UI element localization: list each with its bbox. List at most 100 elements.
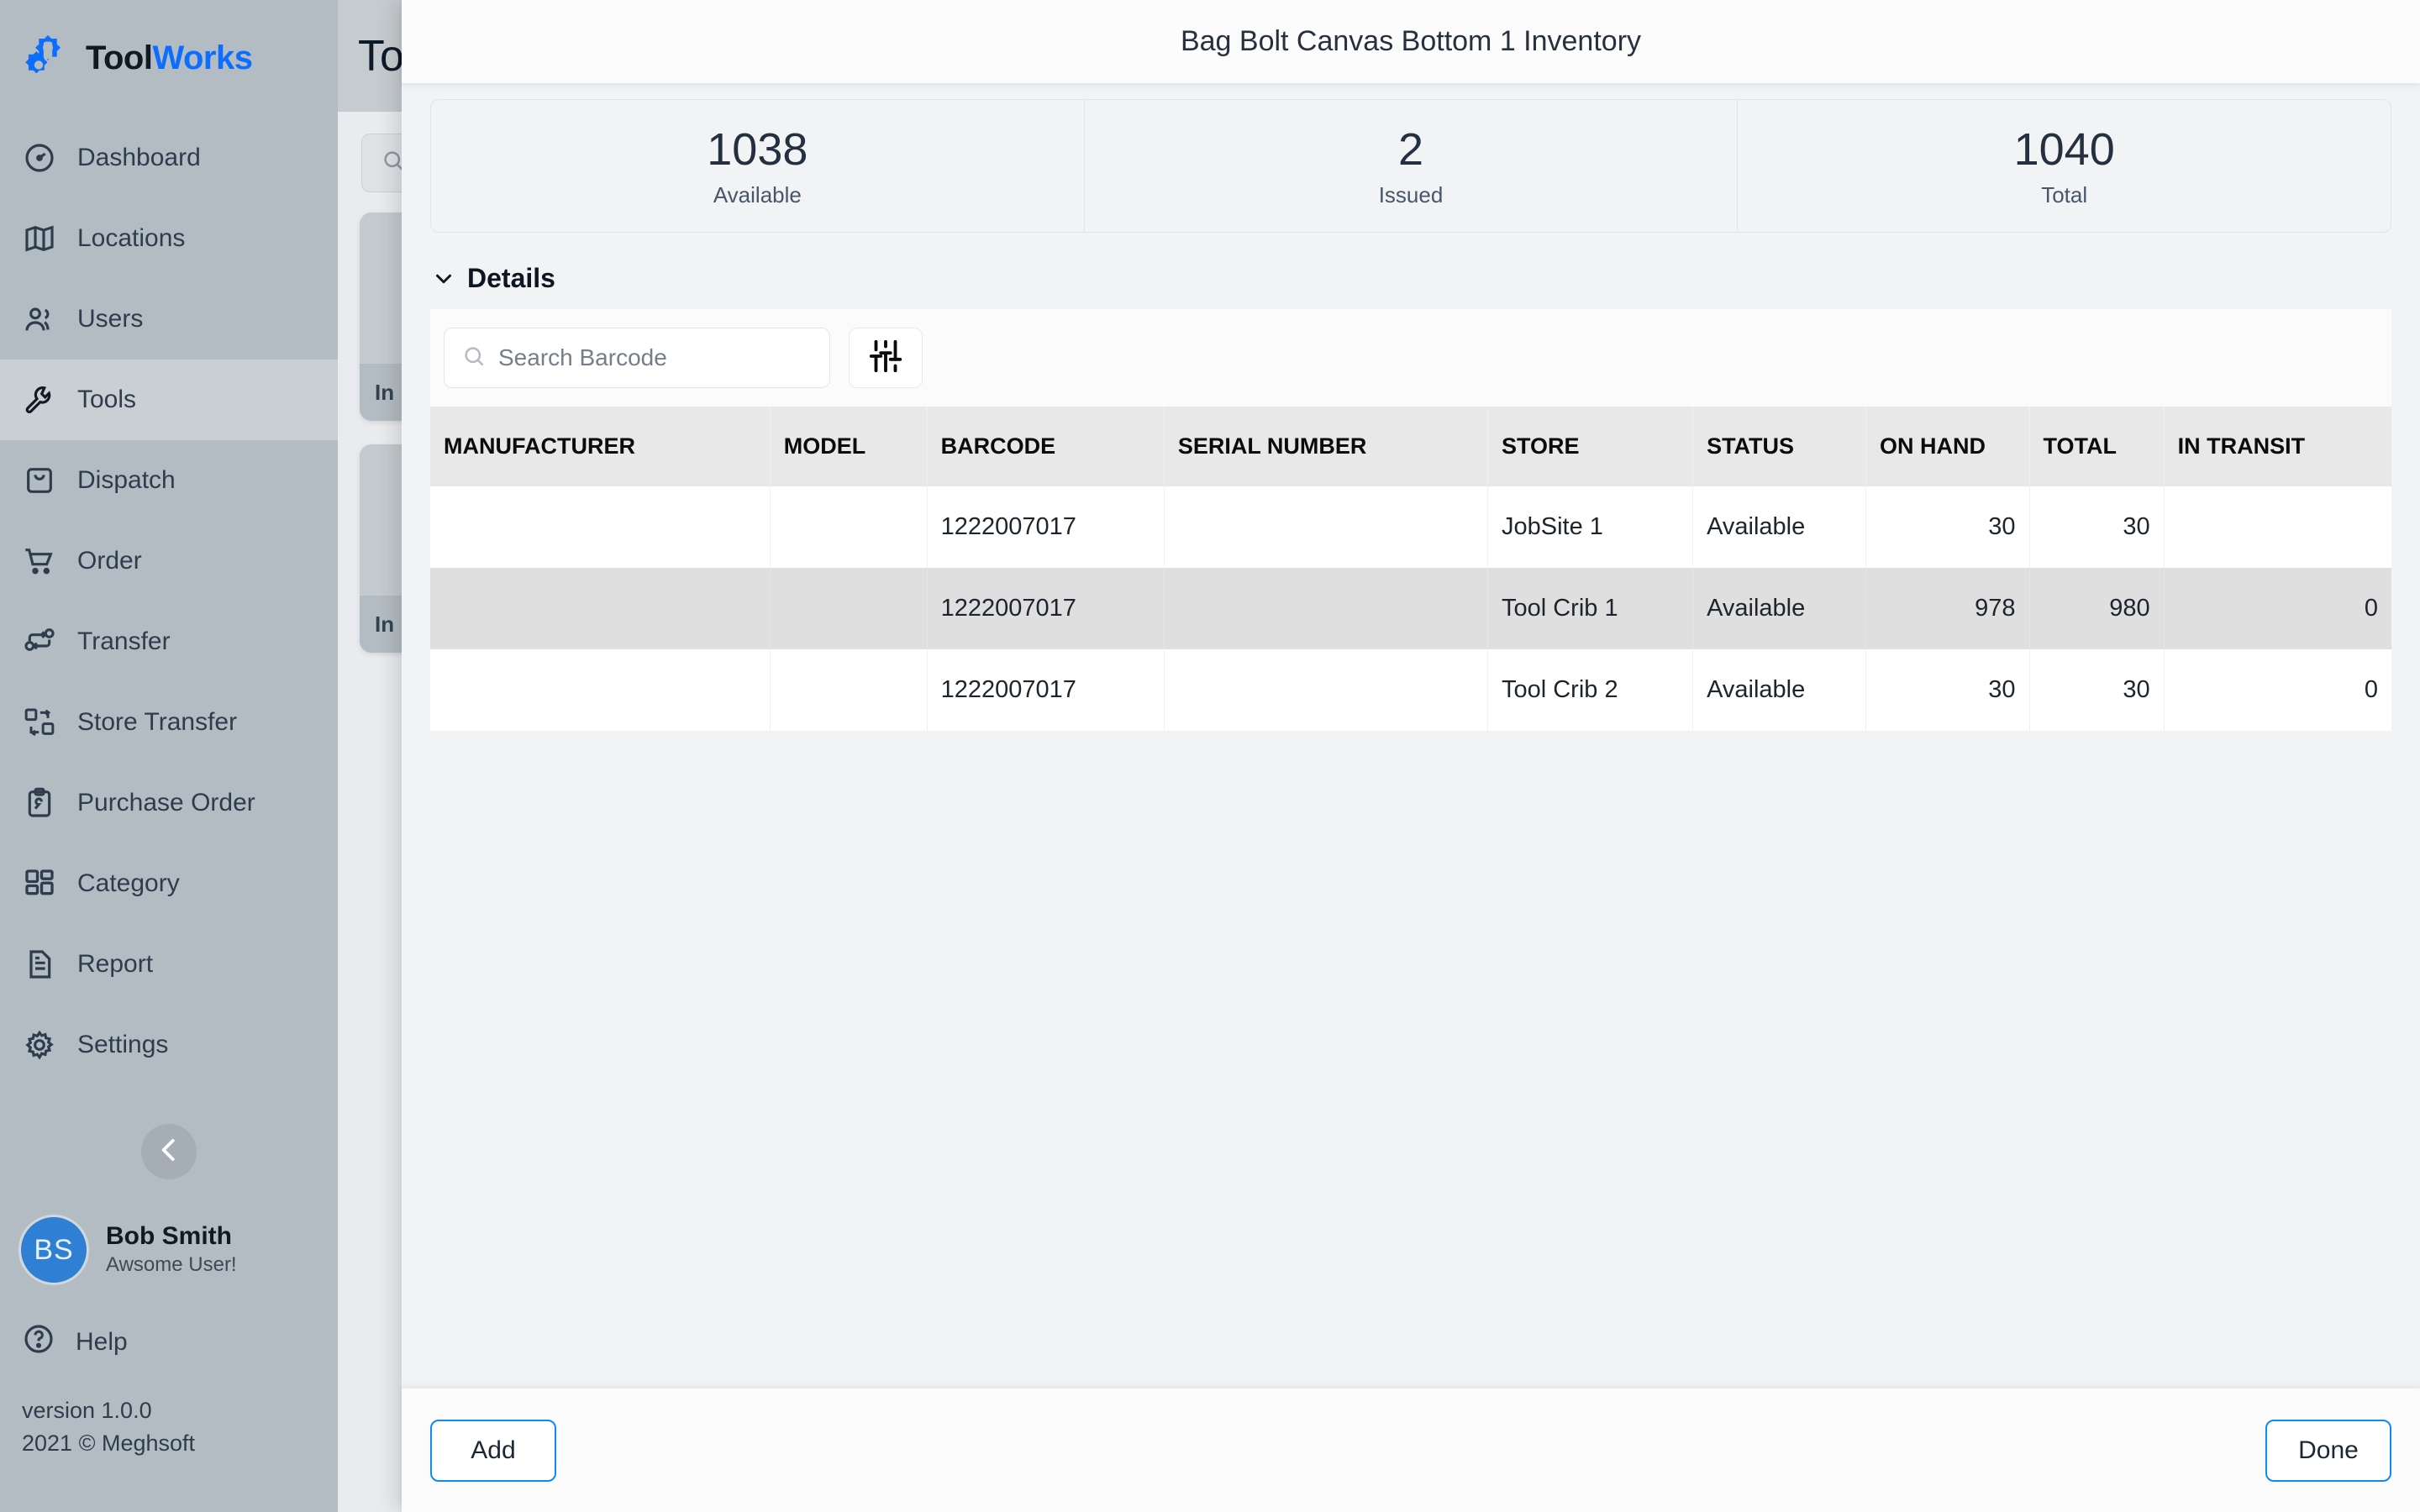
search-input[interactable] bbox=[498, 344, 784, 371]
sidebar-item-help[interactable]: Help bbox=[0, 1285, 338, 1362]
table-cell-serial_number bbox=[1164, 649, 1487, 731]
table-header-barcode[interactable]: BARCODE bbox=[927, 407, 1164, 486]
sidebar-item-transfer[interactable]: Transfer bbox=[0, 601, 338, 682]
table-cell-store: Tool Crib 1 bbox=[1487, 568, 1692, 649]
avatar: BS bbox=[18, 1215, 89, 1285]
sidebar-item-locations[interactable]: Locations bbox=[0, 198, 338, 279]
table-cell-on_hand: 30 bbox=[1866, 486, 2030, 568]
sidebar-nav: Dashboard Locations Users Tools Dispatch bbox=[0, 118, 338, 1085]
done-button[interactable]: Done bbox=[2265, 1420, 2391, 1482]
document-icon bbox=[22, 947, 57, 982]
modal-footer: Add Done bbox=[402, 1388, 2420, 1512]
stat-value: 2 bbox=[1085, 123, 1738, 176]
bag-icon bbox=[22, 463, 57, 498]
table-row[interactable]: 1222007017Tool Crib 2Available30300 bbox=[430, 649, 2391, 731]
brand-text-first: Tool bbox=[86, 39, 152, 76]
sidebar-collapse-button[interactable] bbox=[141, 1124, 197, 1179]
table-header-model[interactable]: MODEL bbox=[770, 407, 927, 486]
user-profile[interactable]: BS Bob Smith Awsome User! bbox=[0, 1179, 338, 1285]
sidebar-item-category[interactable]: Category bbox=[0, 843, 338, 924]
sidebar-item-tools[interactable]: Tools bbox=[0, 360, 338, 440]
gear-icon bbox=[22, 1027, 57, 1063]
table-row[interactable]: 1222007017Tool Crib 1Available9789800 bbox=[430, 568, 2391, 649]
sidebar-item-dispatch[interactable]: Dispatch bbox=[0, 440, 338, 521]
table-cell-on_hand: 30 bbox=[1866, 649, 2030, 731]
table-cell-barcode: 1222007017 bbox=[927, 568, 1164, 649]
inventory-modal: Bag Bolt Canvas Bottom 1 Inventory 1038 … bbox=[402, 0, 2420, 1512]
sidebar-item-label: Report bbox=[77, 950, 153, 979]
table-cell-serial_number bbox=[1164, 486, 1487, 568]
sidebar-item-label: Tools bbox=[77, 386, 136, 414]
table-row[interactable]: 1222007017JobSite 1Available3030 bbox=[430, 486, 2391, 568]
add-button[interactable]: Add bbox=[430, 1420, 556, 1482]
stat-label: Issued bbox=[1085, 182, 1738, 208]
table-cell-total: 30 bbox=[2029, 649, 2164, 731]
filter-button[interactable] bbox=[849, 328, 923, 388]
table-cell-barcode: 1222007017 bbox=[927, 486, 1164, 568]
table-cell-manufacturer bbox=[430, 568, 770, 649]
version-number: version 1.0.0 bbox=[22, 1394, 338, 1427]
brand[interactable]: ToolWorks bbox=[0, 0, 338, 109]
sidebar-item-label: Dispatch bbox=[77, 466, 176, 495]
sidebar-item-store-transfer[interactable]: Store Transfer bbox=[0, 682, 338, 763]
sidebar-item-label: Help bbox=[76, 1328, 128, 1357]
sidebar-item-label: Users bbox=[77, 305, 143, 333]
table-header-store[interactable]: STORE bbox=[1487, 407, 1692, 486]
background-page-title: To bbox=[358, 31, 404, 81]
table-header-manufacturer[interactable]: MANUFACTURER bbox=[430, 407, 770, 486]
table-header-serial_number[interactable]: SERIAL NUMBER bbox=[1164, 407, 1487, 486]
table-cell-store: Tool Crib 2 bbox=[1487, 649, 1692, 731]
details-label: Details bbox=[467, 263, 555, 294]
table-header-in_transit[interactable]: IN TRANSIT bbox=[2164, 407, 2391, 486]
sidebar-item-report[interactable]: Report bbox=[0, 924, 338, 1005]
table-cell-status: Available bbox=[1693, 486, 1866, 568]
sidebar-item-label: Locations bbox=[77, 224, 185, 253]
chevron-down-icon bbox=[430, 265, 457, 292]
table-cell-serial_number bbox=[1164, 568, 1487, 649]
table-header-total[interactable]: TOTAL bbox=[2029, 407, 2164, 486]
table-header-on_hand[interactable]: ON HAND bbox=[1866, 407, 2030, 486]
details-toggle[interactable]: Details bbox=[430, 263, 2420, 294]
sidebar: ToolWorks Dashboard Locations Users bbox=[0, 0, 338, 1512]
modal-title: Bag Bolt Canvas Bottom 1 Inventory bbox=[1181, 25, 1641, 58]
question-circle-icon bbox=[22, 1322, 55, 1362]
transfer-icon bbox=[22, 624, 57, 659]
table-body: 1222007017JobSite 1Available303012220070… bbox=[430, 486, 2391, 731]
map-icon bbox=[22, 221, 57, 256]
sidebar-item-dashboard[interactable]: Dashboard bbox=[0, 118, 338, 198]
sliders-icon bbox=[866, 337, 905, 380]
table-cell-in_transit: 0 bbox=[2164, 649, 2391, 731]
table-cell-barcode: 1222007017 bbox=[927, 649, 1164, 731]
sidebar-item-label: Store Transfer bbox=[77, 708, 237, 737]
sidebar-item-purchase-order[interactable]: Purchase Order bbox=[0, 763, 338, 843]
stat-value: 1038 bbox=[431, 123, 1084, 176]
sidebar-item-label: Dashboard bbox=[77, 144, 201, 172]
stat-available: 1038 Available bbox=[431, 100, 1085, 232]
table-cell-store: JobSite 1 bbox=[1487, 486, 1692, 568]
table-cell-status: Available bbox=[1693, 568, 1866, 649]
sidebar-item-label: Order bbox=[77, 547, 142, 575]
sidebar-item-settings[interactable]: Settings bbox=[0, 1005, 338, 1085]
grid-icon bbox=[22, 866, 57, 901]
copyright: 2021 © Meghsoft bbox=[22, 1427, 338, 1460]
sidebar-item-label: Category bbox=[77, 869, 180, 898]
modal-body: 1038 Available 2 Issued 1040 Total Detai… bbox=[402, 84, 2420, 1388]
sidebar-item-users[interactable]: Users bbox=[0, 279, 338, 360]
table-cell-total: 980 bbox=[2029, 568, 2164, 649]
chevron-left-icon bbox=[153, 1134, 185, 1170]
app-root: ToolWorks Dashboard Locations Users bbox=[0, 0, 2420, 1512]
version-info: version 1.0.0 2021 © Meghsoft bbox=[0, 1362, 338, 1460]
sidebar-item-order[interactable]: Order bbox=[0, 521, 338, 601]
sidebar-item-label: Settings bbox=[77, 1031, 168, 1059]
brand-text: ToolWorks bbox=[86, 39, 252, 77]
search-barcode-field[interactable] bbox=[444, 328, 830, 388]
table-cell-in_transit: 0 bbox=[2164, 568, 2391, 649]
table-header-status[interactable]: STATUS bbox=[1693, 407, 1866, 486]
brand-text-second: Works bbox=[152, 39, 252, 76]
clipboard-icon bbox=[22, 785, 57, 821]
table-cell-manufacturer bbox=[430, 486, 770, 568]
sidebar-item-label: Purchase Order bbox=[77, 789, 255, 817]
table-cell-in_transit bbox=[2164, 486, 2391, 568]
table-cell-status: Available bbox=[1693, 649, 1866, 731]
table-cell-model bbox=[770, 486, 927, 568]
